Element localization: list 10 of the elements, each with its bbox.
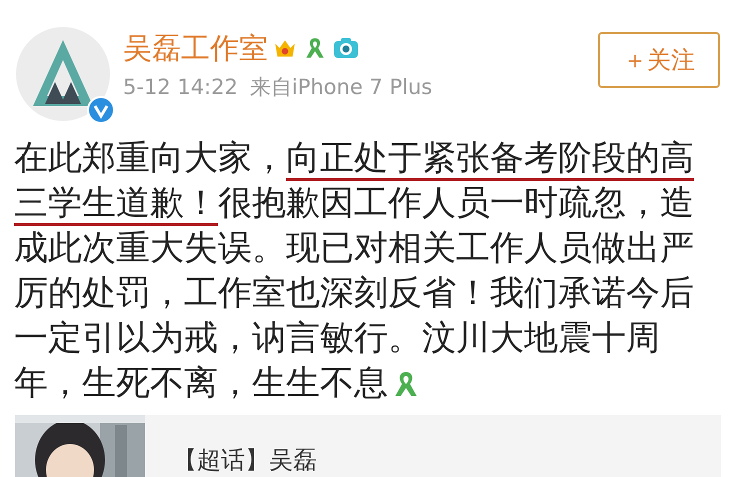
topic-title: 【超话】吴磊 — [173, 445, 317, 476]
follow-button[interactable]: ＋关注 — [598, 32, 720, 88]
camera-icon — [332, 35, 360, 61]
author-name[interactable]: 吴磊工作室 — [123, 30, 268, 66]
avatar-logo[interactable] — [15, 26, 111, 122]
post-text: 在此郑重向大家，向正处于紧张备考阶段的高三学生道歉！很抱歉因工作人员一时疏忽，造成此次重大失误。现已对相关工作人员做出严厉的处罚，工作室也深刻反省！我们承诺今后一定引以为戒，讷言敏行。汶川大地震十周 — [14, 138, 694, 358]
post-time: 5-12 14:22 — [123, 74, 238, 101]
topic-card[interactable]: 【超话】吴磊 — [15, 415, 721, 477]
post-source: 来自iPhone 7 Plus — [250, 74, 432, 101]
post-text-last-line: 年，生死不离，生生不息 — [14, 362, 388, 405]
